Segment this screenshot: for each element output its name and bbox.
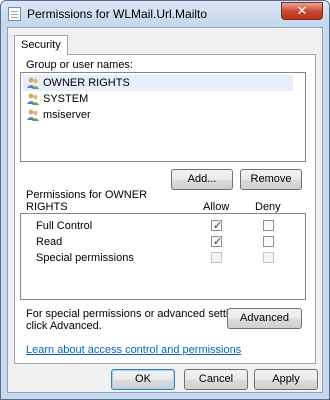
list-item[interactable]: msiserver [23, 107, 293, 123]
permission-label: Special permissions [36, 252, 134, 264]
close-icon: ✕ [296, 3, 308, 18]
advanced-hint-line1: For special permissions or advanced sett… [26, 308, 250, 320]
allow-checkbox[interactable]: ✓ [211, 220, 222, 232]
close-button[interactable]: ✕ [281, 2, 323, 20]
tab-security[interactable]: Security [14, 35, 68, 55]
permissions-list: Full Control ✓ Read ✓ Special permission… [20, 213, 306, 300]
permission-label: Read [36, 236, 63, 248]
window-title: Permissions for WLMail.Url.Mailto [27, 7, 208, 21]
document-icon [8, 7, 21, 21]
cancel-button[interactable]: Cancel [184, 369, 248, 390]
permission-label: Full Control [36, 220, 93, 232]
advanced-button[interactable]: Advanced [227, 308, 302, 329]
user-group-icon [27, 77, 39, 89]
title-bar[interactable]: Permissions for WLMail.Url.Mailto ✕ [1, 1, 329, 27]
allow-checkbox[interactable]: ✓ [211, 236, 222, 248]
permissions-heading-line1: Permissions for OWNER [26, 189, 148, 201]
user-group-icon [27, 109, 39, 121]
deny-column-header: Deny [255, 201, 281, 213]
allow-column-header: Allow [203, 201, 230, 213]
list-item[interactable]: SYSTEM [23, 91, 293, 107]
ok-button[interactable]: OK [111, 369, 175, 390]
deny-checkbox[interactable] [263, 220, 274, 231]
permission-row-read: Read ✓ [29, 234, 299, 250]
user-group-icon [27, 93, 39, 105]
permissions-heading-line2: RIGHTS [26, 201, 68, 213]
remove-button[interactable]: Remove [240, 169, 302, 190]
list-item-label: OWNER RIGHTS [43, 77, 130, 89]
group-names-label: Group or user names: [26, 59, 133, 71]
allow-checkbox[interactable] [211, 252, 222, 263]
deny-checkbox[interactable] [263, 236, 274, 247]
list-item-label: SYSTEM [43, 93, 89, 105]
deny-checkbox[interactable] [263, 252, 274, 263]
access-control-help-link[interactable]: Learn about access control and permissio… [26, 344, 241, 356]
list-item-label: msiserver [43, 109, 91, 121]
permission-row-special: Special permissions [29, 250, 299, 266]
permission-row-full-control: Full Control ✓ [29, 218, 299, 234]
apply-button[interactable]: Apply [254, 369, 318, 390]
list-item[interactable]: OWNER RIGHTS [23, 75, 293, 91]
advanced-hint-line2: click Advanced. [26, 320, 102, 332]
add-button[interactable]: Add... [171, 169, 233, 190]
group-user-listbox[interactable]: OWNER RIGHTS SYSTEM msiserver [20, 72, 306, 162]
